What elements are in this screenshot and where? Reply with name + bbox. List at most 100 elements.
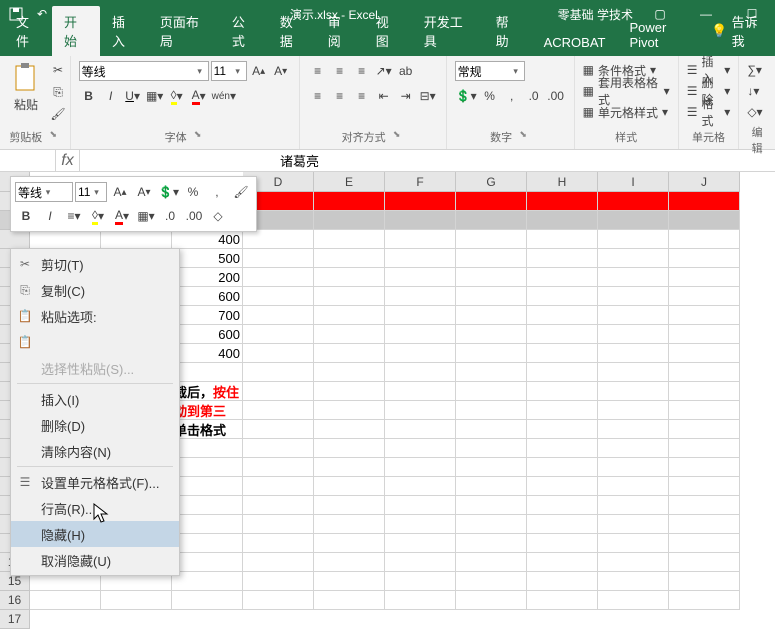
cell[interactable] [669, 534, 740, 553]
cell[interactable] [172, 572, 243, 591]
cell[interactable] [243, 591, 314, 610]
cell[interactable] [456, 515, 527, 534]
cell[interactable] [314, 363, 385, 382]
cell[interactable] [314, 439, 385, 458]
ctx-cut[interactable]: ✂剪切(T) [11, 251, 179, 277]
cell[interactable] [598, 344, 669, 363]
cell[interactable] [172, 496, 243, 515]
tab-page-layout[interactable]: 页面布局 [148, 6, 220, 56]
cell[interactable] [527, 534, 598, 553]
cell[interactable] [172, 515, 243, 534]
cell[interactable] [527, 344, 598, 363]
cell[interactable] [243, 572, 314, 591]
cell[interactable] [669, 287, 740, 306]
cell[interactable] [243, 230, 314, 249]
cell[interactable] [101, 230, 172, 249]
ctx-paste-option-1[interactable]: 📋 [11, 329, 179, 355]
mini-font-combo[interactable]: 等线▾ [15, 182, 73, 202]
col-header[interactable]: G [456, 172, 527, 192]
merge-button[interactable]: ⊟▾ [418, 86, 438, 106]
cell[interactable] [669, 591, 740, 610]
decrease-font-button[interactable]: A▾ [271, 61, 291, 81]
cell[interactable] [385, 591, 456, 610]
fill-color-button[interactable]: ◊▾ [167, 86, 187, 106]
cell[interactable] [456, 420, 527, 439]
tab-formulas[interactable]: 公式 [220, 6, 268, 56]
name-box[interactable] [0, 150, 56, 171]
cell[interactable] [385, 420, 456, 439]
col-header[interactable]: J [669, 172, 740, 192]
cell[interactable] [243, 382, 314, 401]
cell[interactable] [527, 515, 598, 534]
format-as-table-button[interactable]: ▦套用表格格式▾ [583, 81, 670, 101]
cell[interactable] [669, 496, 740, 515]
cell[interactable] [669, 420, 740, 439]
row-header[interactable] [0, 230, 30, 249]
cell[interactable] [669, 439, 740, 458]
mini-percent-button[interactable]: % [182, 181, 204, 203]
cell[interactable] [456, 439, 527, 458]
format-painter-button[interactable]: 🖌 [48, 104, 68, 124]
phonetic-button[interactable]: wén▾ [211, 86, 237, 106]
cut-button[interactable]: ✂ [48, 60, 68, 80]
increase-decimal-button[interactable]: .0 [524, 86, 544, 106]
cell[interactable] [527, 401, 598, 420]
cell[interactable] [598, 192, 669, 211]
tab-acrobat[interactable]: ACROBAT [532, 29, 618, 56]
fill-button[interactable]: ↓▾ [747, 81, 762, 101]
cell[interactable] [456, 572, 527, 591]
cell[interactable] [598, 420, 669, 439]
cell[interactable] [172, 439, 243, 458]
cell[interactable] [314, 401, 385, 420]
cell[interactable] [669, 325, 740, 344]
cell[interactable] [669, 553, 740, 572]
cell[interactable] [243, 363, 314, 382]
cell[interactable]: 700 [172, 306, 243, 325]
formula-input[interactable]: 诸葛亮 [80, 150, 775, 171]
percent-button[interactable]: % [480, 86, 500, 106]
cell[interactable] [385, 572, 456, 591]
cell[interactable] [385, 534, 456, 553]
cell[interactable] [314, 306, 385, 325]
decrease-indent-button[interactable]: ⇤ [374, 86, 394, 106]
col-header[interactable]: E [314, 172, 385, 192]
font-launcher-icon[interactable]: ⬊ [191, 129, 205, 143]
decrease-decimal-button[interactable]: .00 [546, 86, 566, 106]
cell[interactable] [527, 363, 598, 382]
font-size-combo[interactable]: 11▾ [211, 61, 247, 81]
cell[interactable] [385, 249, 456, 268]
cell[interactable] [456, 553, 527, 572]
font-name-combo[interactable]: 等线▾ [79, 61, 209, 81]
cell[interactable] [598, 496, 669, 515]
mini-align-button[interactable]: ≡▾ [63, 205, 85, 227]
mini-italic-button[interactable]: I [39, 205, 61, 227]
cell[interactable] [30, 591, 101, 610]
cell[interactable] [527, 306, 598, 325]
increase-font-button[interactable]: A▴ [249, 61, 269, 81]
cell-styles-button[interactable]: ▦单元格样式▾ [583, 102, 670, 122]
cell[interactable] [669, 344, 740, 363]
cell[interactable] [669, 268, 740, 287]
cell[interactable]: 600 [172, 287, 243, 306]
cell[interactable] [598, 268, 669, 287]
fx-button[interactable]: fx [56, 150, 80, 171]
cell[interactable] [598, 477, 669, 496]
mini-decrease-decimal-button[interactable]: .00 [183, 205, 205, 227]
col-header[interactable]: H [527, 172, 598, 192]
increase-indent-button[interactable]: ⇥ [396, 86, 416, 106]
row-header[interactable]: 17 [0, 610, 30, 629]
tab-power-pivot[interactable]: Power Pivot [617, 14, 705, 56]
cell[interactable] [385, 344, 456, 363]
cell[interactable] [172, 458, 243, 477]
cell[interactable] [243, 306, 314, 325]
bold-button[interactable]: B [79, 86, 99, 106]
cell[interactable] [669, 249, 740, 268]
cell[interactable] [101, 591, 172, 610]
cell[interactable] [456, 591, 527, 610]
cell[interactable] [385, 553, 456, 572]
cell[interactable] [527, 287, 598, 306]
cell[interactable] [598, 439, 669, 458]
ctx-insert[interactable]: 插入(I) [11, 386, 179, 412]
cell[interactable] [314, 515, 385, 534]
cell[interactable] [456, 306, 527, 325]
